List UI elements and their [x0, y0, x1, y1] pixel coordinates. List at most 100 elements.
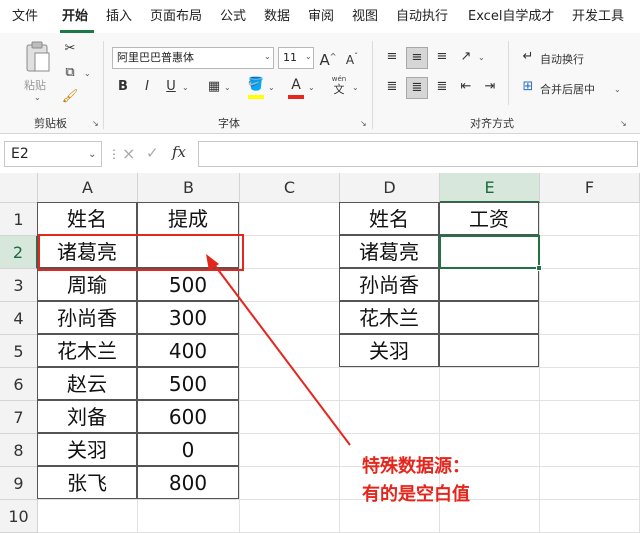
source-cell[interactable]: 孙尚香 [37, 301, 137, 334]
tab-review[interactable]: 审阅 [308, 0, 334, 33]
font-launcher-icon[interactable]: ↘ [360, 119, 367, 128]
formula-input[interactable] [198, 141, 638, 167]
fill-handle[interactable] [536, 265, 542, 271]
font-color-dropdown-icon[interactable]: ⌄ [308, 83, 315, 92]
tab-developer[interactable]: 开发工具 [572, 0, 624, 33]
source-cell[interactable]: 600 [137, 400, 239, 433]
borders-icon[interactable]: ▦ [204, 77, 224, 97]
align-center-icon[interactable]: ≣ [406, 77, 428, 99]
fill-color-icon[interactable]: 🪣 [246, 75, 266, 95]
wrap-text-button[interactable]: 自动换行 [540, 51, 584, 67]
column-header-f[interactable]: F [540, 173, 640, 203]
source-cell[interactable]: 花木兰 [37, 334, 137, 367]
tab-home[interactable]: 开始 [62, 0, 88, 33]
copy-dropdown-icon[interactable]: ⌄ [84, 69, 91, 78]
cut-icon[interactable]: ✂ [60, 39, 80, 59]
underline-dropdown-icon[interactable]: ⌄ [182, 83, 189, 92]
active-cell-e2[interactable] [439, 235, 540, 269]
lookup-cell[interactable] [439, 268, 539, 301]
confirm-edit-icon[interactable]: ✓ [146, 144, 159, 162]
source-cell[interactable]: 300 [137, 301, 239, 334]
alignment-launcher-icon[interactable]: ↘ [620, 119, 627, 128]
fill-color-dropdown-icon[interactable]: ⌄ [268, 83, 275, 92]
row-header-10[interactable]: 10 [0, 500, 38, 533]
align-bottom-icon[interactable]: ≡ [432, 47, 452, 67]
column-header-b[interactable]: B [138, 173, 240, 203]
column-header-d[interactable]: D [340, 173, 440, 203]
lookup-cell[interactable]: 诸葛亮 [339, 235, 439, 268]
font-name-select[interactable]: 阿里巴巴普惠体 [112, 47, 274, 69]
row-header-9[interactable]: 9 [0, 467, 38, 500]
column-header-e[interactable]: E [440, 173, 540, 203]
phonetic-dropdown-icon[interactable]: ⌄ [352, 83, 359, 92]
merge-center-dropdown-icon[interactable]: ⌄ [614, 85, 621, 94]
source-cell[interactable]: 400 [137, 334, 239, 367]
underline-button[interactable]: U [162, 77, 180, 97]
row-header-7[interactable]: 7 [0, 401, 38, 434]
row-header-6[interactable]: 6 [0, 368, 38, 401]
paste-dropdown-icon[interactable]: ⌄ [34, 93, 41, 102]
orientation-icon[interactable]: ↗ [456, 47, 476, 67]
lookup-cell[interactable] [439, 334, 539, 367]
source-header-cell[interactable]: 提成 [137, 202, 239, 235]
align-top-icon[interactable]: ≡ [382, 47, 402, 67]
align-right-icon[interactable]: ≣ [432, 77, 452, 97]
row-header-1[interactable]: 1 [0, 203, 38, 236]
row-header-5[interactable]: 5 [0, 335, 38, 368]
row-header-2[interactable]: 2 [0, 236, 38, 269]
copy-icon[interactable]: ⧉ [60, 63, 80, 83]
font-name-dropdown-icon[interactable]: ⌄ [264, 52, 271, 61]
source-cell[interactable]: 0 [137, 433, 239, 466]
lookup-cell[interactable]: 花木兰 [339, 301, 439, 334]
phonetic-guide-icon[interactable]: wén 文 [328, 75, 350, 101]
align-left-icon[interactable]: ≣ [382, 77, 402, 97]
clipboard-launcher-icon[interactable]: ↘ [92, 119, 99, 128]
source-cell[interactable]: 800 [137, 466, 239, 499]
tab-page-layout[interactable]: 页面布局 [150, 0, 202, 33]
format-painter-icon[interactable]: 🖌 [60, 87, 80, 107]
tab-formulas[interactable]: 公式 [220, 0, 246, 33]
tab-view[interactable]: 视图 [352, 0, 378, 33]
lookup-header-cell[interactable]: 姓名 [339, 202, 439, 235]
bold-button[interactable]: B [114, 77, 132, 97]
select-all-corner[interactable] [0, 173, 38, 203]
cancel-edit-icon[interactable]: × [122, 144, 135, 163]
tab-data[interactable]: 数据 [264, 0, 290, 33]
font-size-dropdown-icon[interactable]: ⌄ [305, 52, 312, 61]
source-cell[interactable]: 赵云 [37, 367, 137, 400]
tab-insert[interactable]: 插入 [106, 0, 132, 33]
row-header-3[interactable]: 3 [0, 269, 38, 302]
merge-center-button[interactable]: 合并后居中 [540, 81, 595, 97]
source-cell[interactable]: 张飞 [37, 466, 137, 499]
wrap-text-icon[interactable]: ↵ [518, 47, 538, 67]
italic-button[interactable]: I [138, 77, 156, 97]
paste-label[interactable]: 粘贴 [24, 77, 46, 93]
source-cell[interactable]: 500 [137, 268, 239, 301]
align-middle-icon[interactable]: ≡ [406, 47, 428, 69]
name-box-dropdown-icon[interactable]: ⌄ [88, 149, 96, 160]
source-header-cell[interactable]: 姓名 [37, 202, 137, 235]
lookup-cell[interactable] [439, 301, 539, 334]
borders-dropdown-icon[interactable]: ⌄ [224, 83, 231, 92]
column-header-c[interactable]: C [240, 173, 340, 203]
decrease-indent-icon[interactable]: ⇤ [456, 77, 476, 97]
column-header-a[interactable]: A [38, 173, 138, 203]
source-cell[interactable]: 刘备 [37, 400, 137, 433]
lookup-header-cell[interactable]: 工资 [439, 202, 539, 235]
increase-font-icon[interactable]: A^ [318, 47, 338, 70]
insert-function-icon[interactable]: fx [172, 143, 186, 161]
lookup-cell[interactable]: 孙尚香 [339, 268, 439, 301]
source-cell[interactable]: 500 [137, 367, 239, 400]
paste-icon[interactable] [24, 41, 52, 75]
decrease-font-icon[interactable]: Aˇ [342, 47, 362, 70]
source-cell[interactable]: 关羽 [37, 433, 137, 466]
lookup-cell[interactable]: 关羽 [339, 334, 439, 367]
row-header-4[interactable]: 4 [0, 302, 38, 335]
font-color-icon[interactable]: A [286, 75, 306, 95]
increase-indent-icon[interactable]: ⇥ [480, 77, 500, 97]
source-cell[interactable]: 周瑜 [37, 268, 137, 301]
tab-file[interactable]: 文件 [12, 0, 38, 33]
merge-center-icon[interactable]: ⊞ [518, 77, 538, 97]
orientation-dropdown-icon[interactable]: ⌄ [478, 53, 485, 62]
tab-excel-self-study[interactable]: Excel自学成才 [468, 0, 554, 33]
